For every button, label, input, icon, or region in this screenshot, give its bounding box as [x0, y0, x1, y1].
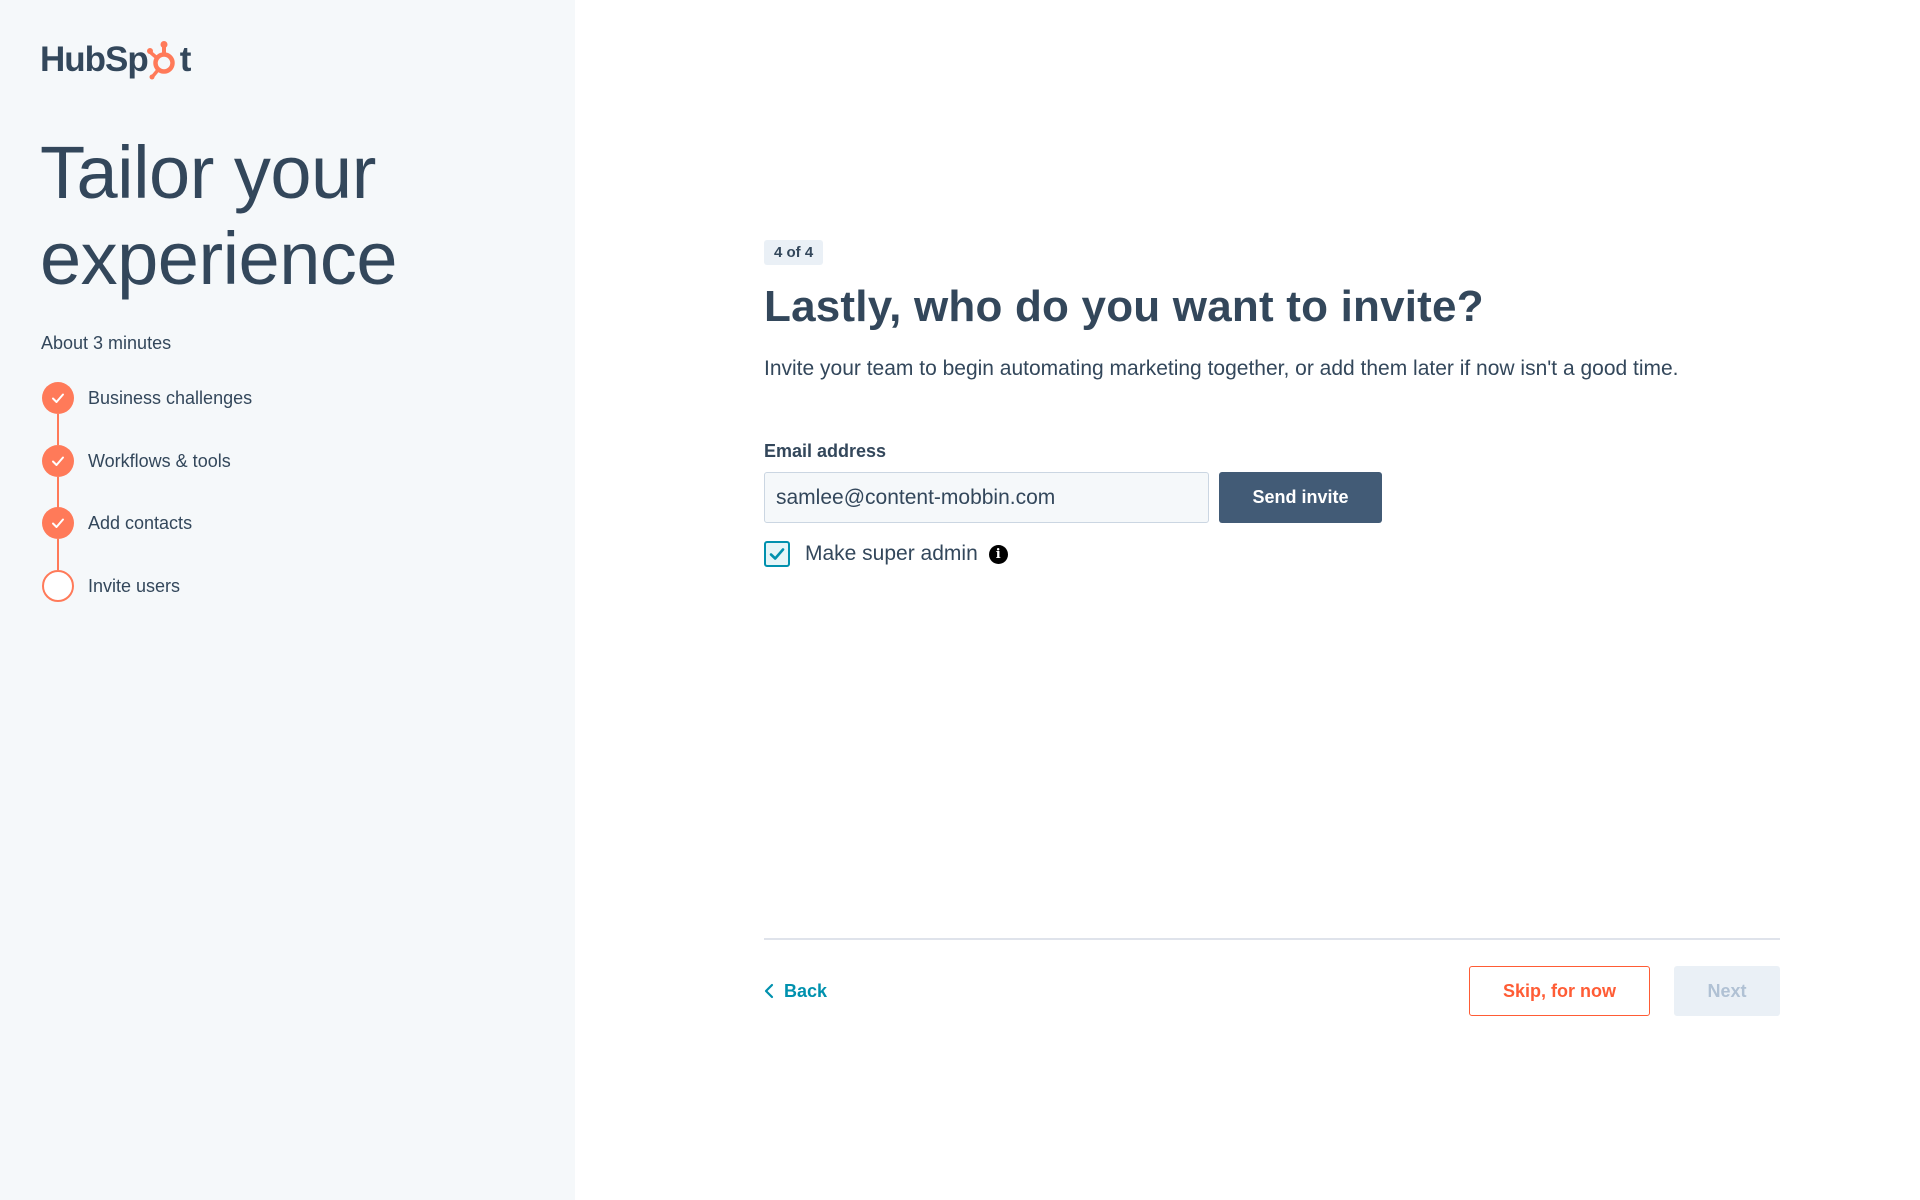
- send-invite-button[interactable]: Send invite: [1219, 472, 1382, 523]
- progress-badge: 4 of 4: [764, 240, 824, 265]
- step-connector: [57, 476, 59, 508]
- logo-text-start: HubSp: [40, 40, 149, 79]
- next-button[interactable]: Next: [1674, 966, 1780, 1016]
- checkmark-icon: [769, 548, 785, 560]
- step-connector: [57, 539, 59, 570]
- step-add-contacts: Add contacts: [42, 507, 252, 570]
- back-button[interactable]: Back: [764, 976, 827, 1006]
- sidebar-heading: Tailor your experience: [40, 131, 398, 300]
- check-icon: [42, 382, 74, 414]
- sprocket-icon: [146, 40, 181, 80]
- page-subtitle: Invite your team to begin automating mar…: [764, 357, 1679, 380]
- skip-button[interactable]: Skip, for now: [1469, 966, 1650, 1016]
- step-connector: [57, 414, 59, 445]
- duration-label: About 3 minutes: [41, 333, 172, 353]
- step-label: Invite users: [88, 575, 181, 596]
- step-workflows-tools: Workflows & tools: [42, 444, 252, 508]
- step-label: Add contacts: [88, 513, 193, 533]
- back-label: Back: [784, 980, 828, 1001]
- super-admin-label[interactable]: Make super admin: [805, 542, 978, 566]
- logo-text-end: t: [179, 40, 192, 79]
- main-content: 4 of 4 Lastly, who do you want to invite…: [764, 0, 1780, 1200]
- check-icon: [42, 507, 74, 539]
- hubspot-logo[interactable]: HubSp t: [40, 40, 192, 80]
- sidebar: HubSp t Tailor your experience About 3 m…: [0, 0, 575, 1200]
- page-title: Lastly, who do you want to invite?: [764, 282, 1484, 331]
- step-label: Business challenges: [88, 388, 253, 408]
- check-icon: [42, 444, 74, 477]
- super-admin-checkbox[interactable]: [764, 541, 790, 567]
- empty-circle-icon: [42, 569, 74, 602]
- footer-divider: [764, 938, 1780, 940]
- email-label: Email address: [764, 441, 887, 461]
- step-invite-users: Invite users: [42, 569, 252, 633]
- step-business-challenges: Business challenges: [42, 382, 252, 445]
- chevron-left-icon: [764, 983, 774, 999]
- logo-wordmark: HubSp t: [40, 40, 192, 80]
- info-icon[interactable]: i: [988, 544, 1008, 564]
- super-admin-option: Make super admin i: [764, 540, 1008, 568]
- email-input[interactable]: [764, 472, 1209, 523]
- step-list: Business challenges Workflows & tools Ad…: [42, 382, 252, 632]
- step-label: Workflows & tools: [88, 450, 231, 471]
